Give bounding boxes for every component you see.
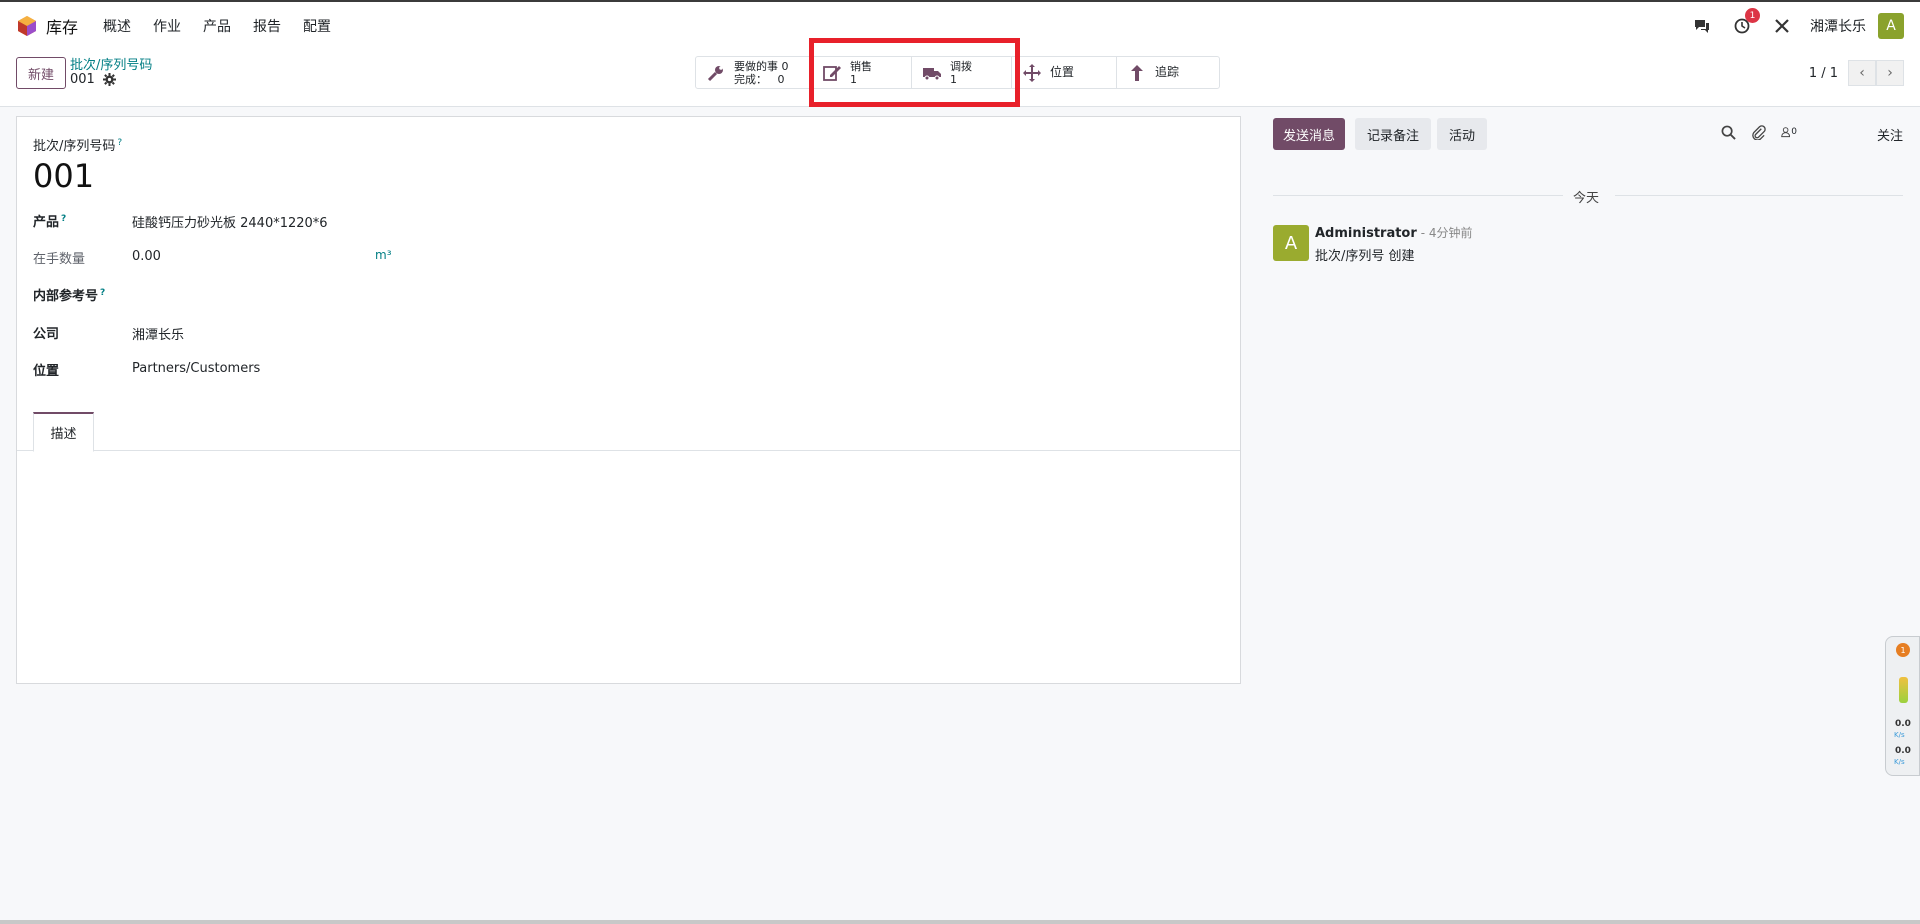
menu-configuration[interactable]: 配置 <box>303 16 331 36</box>
smart-buttons: 要做的事 0 完成： 0 销售 1 调拨 1 位置 追踪 <box>695 56 1220 89</box>
send-message-button[interactable]: 发送消息 <box>1273 118 1346 150</box>
company-label: 公司 <box>33 327 60 342</box>
pager-next-button[interactable]: › <box>1876 60 1904 86</box>
top-navbar: 库存 概述 作业 产品 报告 配置 1 湘潭长乐 A <box>0 0 1920 50</box>
pager-previous-button[interactable]: ‹ <box>1848 60 1876 86</box>
widget-badge: 1 <box>1896 643 1910 657</box>
chat-icon[interactable] <box>1692 16 1712 36</box>
company-switcher[interactable]: 湘潭长乐 <box>1810 16 1866 36</box>
log-note-button[interactable]: 记录备注 <box>1355 118 1432 150</box>
network-speed-widget[interactable]: 1 0.0 K/s 0.0 K/s <box>1885 636 1920 776</box>
internal-ref-label: 内部参考号? <box>33 285 105 304</box>
followers-count: 0 <box>1791 127 1797 137</box>
gear-icon[interactable] <box>102 73 116 86</box>
lot-name-label-text: 批次/序列号码 <box>33 139 116 154</box>
done-label: 完成： <box>734 72 767 86</box>
menu-operations[interactable]: 作业 <box>153 16 181 36</box>
lot-name-field[interactable]: 001 <box>33 157 94 195</box>
help-tooltip-icon[interactable]: ? <box>61 214 66 224</box>
paperclip-icon[interactable] <box>1751 124 1767 140</box>
menu-overview[interactable]: 概述 <box>103 16 131 36</box>
todo-value: 0 <box>781 59 789 73</box>
date-separator-line <box>1615 195 1903 196</box>
user-icon <box>1781 127 1791 138</box>
traceability-smart-button[interactable]: 追踪 <box>1117 57 1219 88</box>
done-line: 完成： 0 <box>734 73 789 86</box>
message-header: Administrator - 4分钟前 <box>1315 224 1473 241</box>
truck-icon <box>923 67 941 80</box>
quantity-field: 0.00 <box>132 249 161 264</box>
follow-button[interactable]: 关注 <box>1877 125 1903 144</box>
widget-level-bar <box>1899 677 1908 703</box>
user-avatar[interactable]: A <box>1878 13 1904 39</box>
done-value: 0 <box>777 72 785 86</box>
message-body: 批次/序列号 创建 <box>1315 249 1415 264</box>
chatter-icons: 0 <box>1721 124 1811 140</box>
systray: 1 湘潭长乐 A <box>1682 2 1904 50</box>
chevron-right-icon: › <box>1887 65 1893 81</box>
pager-value[interactable]: 1 / 1 <box>1809 66 1838 81</box>
activity-count-badge: 1 <box>1745 8 1760 23</box>
form-sheet: 批次/序列号码? 001 产品? 硅酸钙压力砂光板 2440*1220*6 在手… <box>16 116 1241 684</box>
pager: 1 / 1 ‹ › <box>1809 60 1904 86</box>
edit-icon <box>823 65 841 81</box>
date-separator-line <box>1273 195 1563 196</box>
product-label-text: 产品 <box>33 215 60 230</box>
traceability-label: 追踪 <box>1155 65 1180 79</box>
message-time: - 4分钟前 <box>1420 226 1473 240</box>
location-smart-button[interactable]: 位置 <box>1012 57 1117 88</box>
sales-label: 销售 <box>850 59 872 73</box>
followers-button[interactable]: 0 <box>1781 124 1797 140</box>
date-separator: 今天 <box>1573 191 1600 206</box>
debug-tools-icon[interactable] <box>1772 16 1792 36</box>
transfers-smart-button[interactable]: 调拨 1 <box>912 57 1012 88</box>
sales-smart-button[interactable]: 销售 1 <box>812 57 912 88</box>
help-tooltip-icon[interactable]: ? <box>117 138 122 148</box>
message-avatar[interactable]: A <box>1273 225 1309 261</box>
new-button[interactable]: 新建 <box>16 57 66 89</box>
wrench-icon <box>707 65 723 81</box>
product-field[interactable]: 硅酸钙压力砂光板 2440*1220*6 <box>132 212 328 231</box>
message-author[interactable]: Administrator <box>1315 226 1417 241</box>
breadcrumb-current: 001 <box>70 72 116 87</box>
todo-smart-button[interactable]: 要做的事 0 完成： 0 <box>696 57 812 88</box>
menu-products[interactable]: 产品 <box>203 16 231 36</box>
todo-label: 要做的事 <box>734 59 778 73</box>
quantity-label: 在手数量 <box>33 252 86 267</box>
menu-reporting[interactable]: 报告 <box>253 16 281 36</box>
help-tooltip-icon[interactable]: ? <box>100 288 105 298</box>
company-field[interactable]: 湘潭长乐 <box>132 324 184 343</box>
activity-clock-icon[interactable]: 1 <box>1732 8 1760 36</box>
download-speed: 0.0 <box>1895 746 1911 756</box>
tab-description[interactable]: 描述 <box>33 412 94 452</box>
upload-speed: 0.0 <box>1895 719 1911 729</box>
internal-ref-label-text: 内部参考号 <box>33 289 99 304</box>
arrow-up-icon <box>1131 64 1143 81</box>
move-icon <box>1023 63 1041 82</box>
breadcrumb-parent[interactable]: 批次/序列号码 <box>70 54 152 73</box>
location-field[interactable]: Partners/Customers <box>132 361 260 376</box>
control-panel: 新建 批次/序列号码 001 要做的事 0 完成： 0 销售 1 调拨 1 位置… <box>0 50 1920 107</box>
product-label: 产品? <box>33 211 66 230</box>
activity-button[interactable]: 活动 <box>1437 118 1488 150</box>
breadcrumb-current-label: 001 <box>70 72 95 87</box>
location-label: 位置 <box>33 364 60 379</box>
download-unit: K/s <box>1894 758 1905 766</box>
todo-line: 要做的事 0 <box>734 60 789 73</box>
notebook-tabs: 描述 <box>17 412 1240 452</box>
app-name[interactable]: 库存 <box>46 14 78 38</box>
search-icon[interactable] <box>1721 124 1737 140</box>
lot-name-label: 批次/序列号码? <box>33 135 122 154</box>
chevron-left-icon: ‹ <box>1859 65 1865 81</box>
bottom-scroll-strip <box>0 920 1920 924</box>
upload-unit: K/s <box>1894 731 1905 739</box>
sales-value: 1 <box>850 72 857 86</box>
transfers-value: 1 <box>950 72 957 86</box>
quantity-unit: m³ <box>375 248 392 262</box>
transfers-label: 调拨 <box>950 59 972 73</box>
location-label: 位置 <box>1050 65 1075 79</box>
inventory-app-logo-icon[interactable] <box>16 15 38 37</box>
